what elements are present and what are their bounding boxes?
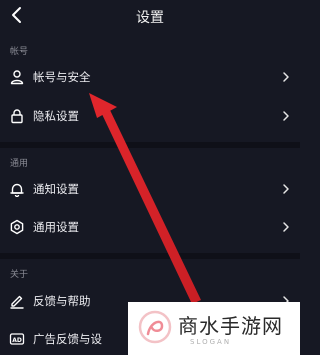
watermark: 商水手游网 SLOGAN — [128, 302, 300, 355]
bell-icon — [10, 183, 24, 197]
settings-item-privacy[interactable]: 隐私设置 — [0, 102, 300, 130]
settings-item-label: 通用设置 — [33, 220, 79, 234]
section-divider — [0, 142, 300, 148]
section-label-about: 关于 — [10, 270, 29, 280]
section-label-account: 帐号 — [10, 47, 29, 57]
watermark-subtext: SLOGAN — [190, 338, 232, 346]
watermark-text: 商水手游网 — [178, 314, 283, 338]
chevron-right-icon — [283, 111, 289, 121]
settings-item-label: 通知设置 — [33, 182, 79, 196]
lock-icon — [11, 109, 23, 124]
watermark-logo-icon — [138, 310, 172, 344]
settings-item-notifications[interactable]: 通知设置 — [0, 175, 300, 203]
settings-item-label: 反馈与帮助 — [33, 294, 91, 308]
chevron-right-icon — [283, 222, 289, 232]
settings-item-label: 帐号与安全 — [33, 70, 91, 84]
settings-item-account-security[interactable]: 帐号与安全 — [0, 63, 300, 91]
gear-icon — [10, 219, 24, 235]
chevron-right-icon — [283, 72, 289, 82]
settings-item-label: 广告反馈与设 — [33, 332, 102, 346]
section-label-general: 通用 — [10, 159, 29, 169]
settings-item-general[interactable]: 通用设置 — [0, 213, 300, 241]
svg-text:AD: AD — [12, 337, 22, 344]
settings-item-label: 隐私设置 — [33, 109, 79, 123]
ad-icon: AD — [9, 333, 25, 345]
top-bar: 设置 — [0, 0, 300, 32]
page-title: 设置 — [136, 10, 164, 26]
section-divider — [0, 253, 300, 259]
user-icon — [10, 70, 24, 85]
pen-icon — [10, 295, 24, 309]
chevron-right-icon — [283, 184, 289, 194]
